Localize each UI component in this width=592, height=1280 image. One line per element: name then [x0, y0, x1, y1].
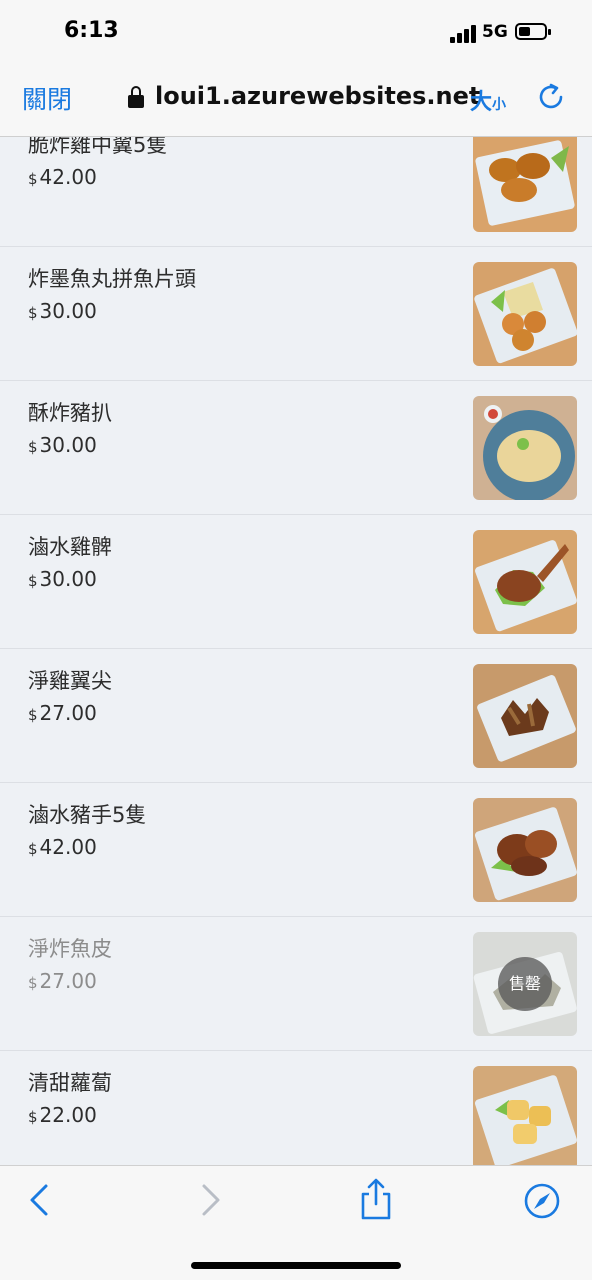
food-photo	[473, 396, 577, 500]
lock-icon	[128, 86, 144, 108]
browser-toolbar	[0, 1165, 592, 1280]
food-photo	[473, 1066, 577, 1165]
item-name: 酥炸豬扒	[28, 401, 112, 425]
item-price: $30.00	[28, 567, 97, 591]
food-photo	[473, 530, 577, 634]
item-name: 淨炸魚皮	[28, 937, 112, 961]
item-price: $30.00	[28, 433, 97, 457]
signal-icon	[450, 25, 476, 43]
list-item[interactable]: 清甜蘿蔔 $22.00	[0, 1051, 592, 1165]
food-photo	[473, 137, 577, 232]
forward-icon[interactable]	[192, 1182, 228, 1218]
item-name: 清甜蘿蔔	[28, 1071, 112, 1095]
status-time: 6:13	[64, 18, 119, 43]
item-name: 滷水雞髀	[28, 535, 112, 559]
sold-out-badge: 售罄	[498, 957, 552, 1011]
battery-icon	[515, 23, 551, 40]
item-name: 淨雞翼尖	[28, 669, 112, 693]
item-price: $27.00	[28, 969, 97, 993]
food-photo	[473, 798, 577, 902]
list-item[interactable]: 炸墨魚丸拼魚片頭 $30.00	[0, 247, 592, 381]
compass-icon[interactable]	[523, 1182, 561, 1220]
item-name: 脆炸雞中翼5隻	[28, 137, 168, 157]
share-icon[interactable]	[357, 1178, 395, 1220]
item-price: $30.00	[28, 299, 97, 323]
menu-list: 脆炸雞中翼5隻 $42.00 炸墨魚丸拼魚片頭 $30.00 酥炸豬扒 $ 30…	[0, 137, 592, 1165]
browser-nav-bar: 關閉 loui1.azurewebsites.net 大小	[0, 62, 592, 137]
list-item[interactable]: 滷水豬手5隻 $42.00	[0, 783, 592, 917]
network-type: 5G	[482, 22, 508, 42]
list-item[interactable]: 滷水雞髀 $30.00	[0, 515, 592, 649]
item-price: $42.00	[28, 835, 97, 859]
list-item[interactable]: 酥炸豬扒 $30.00	[0, 381, 592, 515]
text-size-button[interactable]: 大小	[470, 84, 506, 116]
item-name: 炸墨魚丸拼魚片頭	[28, 267, 196, 291]
back-icon[interactable]	[22, 1182, 58, 1218]
list-item[interactable]: 脆炸雞中翼5隻 $42.00	[0, 137, 592, 247]
reload-icon[interactable]	[536, 82, 566, 112]
item-price: $42.00	[28, 165, 97, 189]
item-name: 滷水豬手5隻	[28, 803, 147, 827]
item-price: $22.00	[28, 1103, 97, 1127]
list-item[interactable]: 淨炸魚皮 $27.00 售罄	[0, 917, 592, 1051]
status-bar: 6:13 5G	[0, 0, 592, 62]
close-button[interactable]: 關閉	[22, 80, 72, 116]
item-price: $27.00	[28, 701, 97, 725]
text-size-big: 大	[470, 90, 493, 115]
food-photo	[473, 664, 577, 768]
food-photo: 售罄	[473, 932, 577, 1036]
list-item[interactable]: 淨雞翼尖 $27.00	[0, 649, 592, 783]
home-indicator	[191, 1262, 401, 1269]
text-size-small: 小	[492, 97, 507, 113]
url-address[interactable]: loui1.azurewebsites.net	[155, 82, 480, 110]
food-photo	[473, 262, 577, 366]
